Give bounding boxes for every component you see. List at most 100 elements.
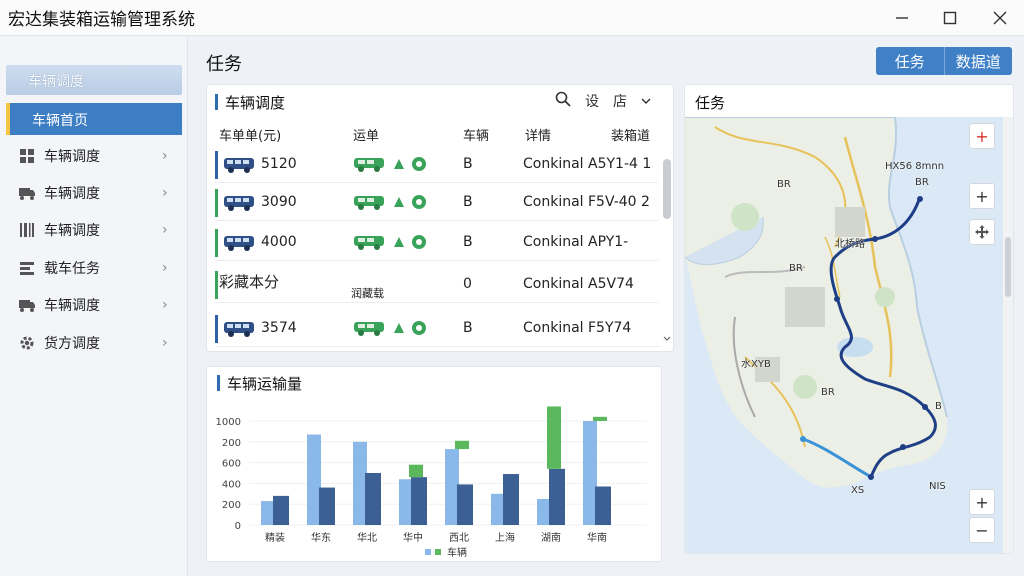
sidebar-item-home[interactable]: 车辆首页	[6, 103, 182, 135]
column-header[interactable]: 装箱道	[611, 125, 650, 144]
chevron-right-icon: ›	[162, 297, 168, 313]
sidebar-item-dispatch-2[interactable]: 车辆调度 ›	[6, 176, 182, 210]
sidebar-item-dispatch-1[interactable]: 车辆调度 ›	[6, 139, 182, 173]
minimize-button[interactable]	[878, 0, 926, 36]
x-tick-label: 湖南	[541, 531, 561, 544]
tab-group: 任务 数据道	[876, 47, 1012, 75]
map-view[interactable]: HX56 8mnn BR 北桥路 BR BR 水XYB BR B XS NIS …	[685, 117, 1003, 553]
badge-icon	[412, 321, 426, 335]
sidebar-item-dispatch-4[interactable]: 车辆调度 ›	[6, 288, 182, 322]
sidebar-item-dispatch-3[interactable]: 车辆调度 ›	[6, 213, 182, 247]
row-detail: Conkinal APY1-	[523, 234, 629, 250]
panel-title: 任务	[695, 94, 726, 112]
status-icons	[353, 319, 427, 337]
scrollbar-thumb[interactable]	[1005, 237, 1011, 297]
table-row[interactable]: 4000 B Conkinal APY1-	[215, 225, 659, 261]
settings-tool[interactable]: 设	[585, 91, 599, 111]
sidebar-header[interactable]: 车辆调度	[6, 65, 182, 95]
status-icons	[353, 233, 427, 251]
table-row[interactable]: 彩藏本分 润藏载 0 Conkinal A5V74	[215, 267, 659, 303]
row-grade: 0	[463, 276, 472, 292]
bar-light	[307, 434, 321, 525]
search-icon[interactable]	[555, 91, 571, 111]
bar-green	[455, 440, 469, 450]
table-row[interactable]: 3090 B Conkinal F5V-40 2	[215, 185, 659, 221]
column-header[interactable]: 车辆	[463, 125, 489, 144]
x-tick-label: 西北	[449, 532, 469, 544]
location-icon[interactable]: +	[969, 123, 995, 149]
pan-icon[interactable]	[969, 219, 995, 245]
map-image	[685, 117, 1003, 553]
column-header[interactable]: 运单	[353, 125, 379, 144]
status-icons	[353, 155, 427, 173]
page-title: 任务	[206, 54, 242, 75]
van-icon	[354, 196, 384, 210]
map-label: BR	[789, 263, 803, 274]
row-sub: 润藏载	[351, 287, 384, 300]
sidebar-item-label: 载车任务	[44, 261, 100, 277]
row-number: 5120	[261, 156, 297, 172]
bar-dark	[503, 474, 519, 525]
map-label: B	[935, 401, 942, 412]
x-tick-label: 上海	[495, 531, 515, 544]
x-tick-label: 华南	[587, 531, 607, 544]
list-icon	[18, 259, 36, 277]
row-detail: Conkinal F5V-40 2	[523, 194, 650, 210]
chevron-down-icon[interactable]	[641, 93, 651, 109]
row-grade: B	[463, 194, 473, 210]
row-status-marker	[215, 271, 218, 299]
map-label: HX56 8mnn	[885, 161, 945, 172]
sidebar-item-shipper-dispatch[interactable]: 货方调度 ›	[6, 326, 182, 360]
chevron-right-icon: ›	[162, 260, 168, 276]
store-tool[interactable]: 店	[613, 91, 627, 111]
row-number: 4000	[261, 234, 297, 250]
zoom-out-button[interactable]: −	[969, 517, 995, 543]
map-panel: 任务 HX56 8mnn BR 北桥路 BR BR 水XYB BR B XS N…	[684, 84, 1014, 554]
row-status-marker	[215, 315, 218, 343]
sidebar-item-label: 货方调度	[44, 336, 100, 352]
panel-title: 车辆调度	[225, 94, 286, 112]
row-status-marker	[215, 189, 218, 217]
table-row[interactable]: 3574 B Conkinal F5Y74	[215, 311, 659, 347]
map-label: NIS	[929, 481, 946, 492]
map-label: BR	[821, 387, 835, 398]
chevron-right-icon: ›	[162, 335, 168, 351]
bar-light	[537, 499, 551, 525]
column-header[interactable]: 车单单(元)	[219, 125, 281, 144]
window-title: 宏达集装箱运输管理系统	[8, 10, 195, 30]
legend-swatch	[435, 549, 441, 555]
tab-data[interactable]: 数据道	[943, 47, 1013, 75]
table-row[interactable]: 5120 B Conkinal A5Y1-4 1	[215, 147, 659, 183]
bus-icon	[224, 158, 254, 173]
x-tick-label: 华东	[311, 531, 331, 544]
vehicle-dispatch-panel: 车辆调度 设 店 车单单(元) 运单 车辆 详情 装箱道 5120 B Conk…	[206, 84, 674, 352]
close-button[interactable]	[976, 0, 1024, 36]
chevron-down-icon[interactable]	[663, 335, 671, 343]
van-icon	[354, 322, 384, 336]
legend-label: 车辆	[447, 546, 467, 559]
row-grade: B	[463, 320, 473, 336]
van-icon	[354, 236, 384, 250]
title-bar: 宏达集装箱运输管理系统	[0, 0, 1024, 36]
add-marker-button[interactable]: +	[969, 183, 995, 209]
table-scrollbar[interactable]	[663, 149, 671, 349]
column-header[interactable]: 详情	[525, 125, 551, 144]
bar-dark	[549, 468, 565, 525]
scrollbar-thumb[interactable]	[663, 159, 671, 219]
sidebar-item-loading-tasks[interactable]: 载车任务 ›	[6, 251, 182, 285]
bar-chart: 0 200 400 600 200 1000 精装 华东 华北 华中 西北 上海 湖南 华南车辆	[216, 406, 647, 559]
row-number: 3574	[261, 320, 297, 336]
map-scrollbar[interactable]	[1003, 117, 1013, 553]
bar-light	[445, 449, 459, 525]
maximize-button[interactable]	[926, 0, 974, 36]
tab-tasks[interactable]: 任务	[876, 47, 944, 75]
triangle-icon	[394, 159, 404, 169]
zoom-in-button[interactable]: +	[969, 489, 995, 515]
x-tick-label: 精装	[265, 531, 285, 544]
bar-green	[593, 416, 607, 421]
barcode-icon	[18, 221, 36, 239]
badge-icon	[412, 195, 426, 209]
x-tick-label: 华中	[403, 531, 423, 544]
status-icons	[353, 193, 427, 211]
sidebar: 车辆调度 车辆首页 车辆调度 › 车辆调度 › 车辆调度 › 载车任务 › 车辆…	[0, 37, 188, 576]
